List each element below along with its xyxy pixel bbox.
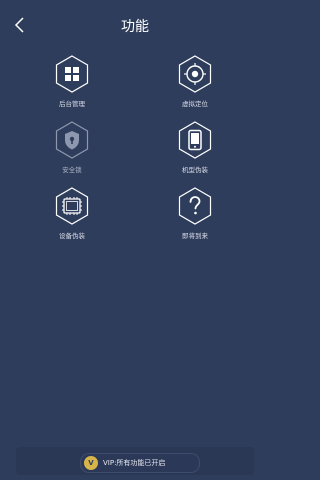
grid-icon bbox=[55, 55, 89, 93]
shield-lock-icon bbox=[55, 121, 89, 159]
feature-label: 设备伪装 bbox=[59, 232, 85, 240]
vip-status-button[interactable]: V VIP:所有功能已开启 bbox=[80, 453, 200, 473]
feature-label: 即将到来 bbox=[182, 232, 208, 240]
feature-label: 后台管理 bbox=[59, 100, 85, 108]
feature-security-lock[interactable]: 安全锁 bbox=[22, 120, 122, 184]
vip-status-text: VIP:所有功能已开启 bbox=[103, 459, 166, 467]
feature-grid: 后台管理 虚拟定位 安全锁 机型伪装 设备伪装 即将到来 bbox=[0, 54, 270, 254]
location-target-icon bbox=[178, 55, 212, 93]
feature-label: 安全锁 bbox=[62, 166, 82, 174]
header: 功能 bbox=[0, 0, 270, 52]
feature-device-disguise[interactable]: 设备伪装 bbox=[22, 186, 122, 250]
feature-model-disguise[interactable]: 机型伪装 bbox=[145, 120, 245, 184]
feature-label: 虚拟定位 bbox=[182, 100, 208, 108]
phone-icon bbox=[178, 121, 212, 159]
vip-crown-icon: V bbox=[84, 456, 98, 470]
feature-label: 机型伪装 bbox=[182, 166, 208, 174]
feature-coming-soon[interactable]: 即将到来 bbox=[145, 186, 245, 250]
feature-virtual-location[interactable]: 虚拟定位 bbox=[145, 54, 245, 118]
feature-background-management[interactable]: 后台管理 bbox=[22, 54, 122, 118]
cpu-icon bbox=[55, 187, 89, 225]
page-title: 功能 bbox=[121, 19, 149, 35]
question-icon bbox=[178, 187, 212, 225]
vip-icon-letter: V bbox=[88, 459, 94, 467]
